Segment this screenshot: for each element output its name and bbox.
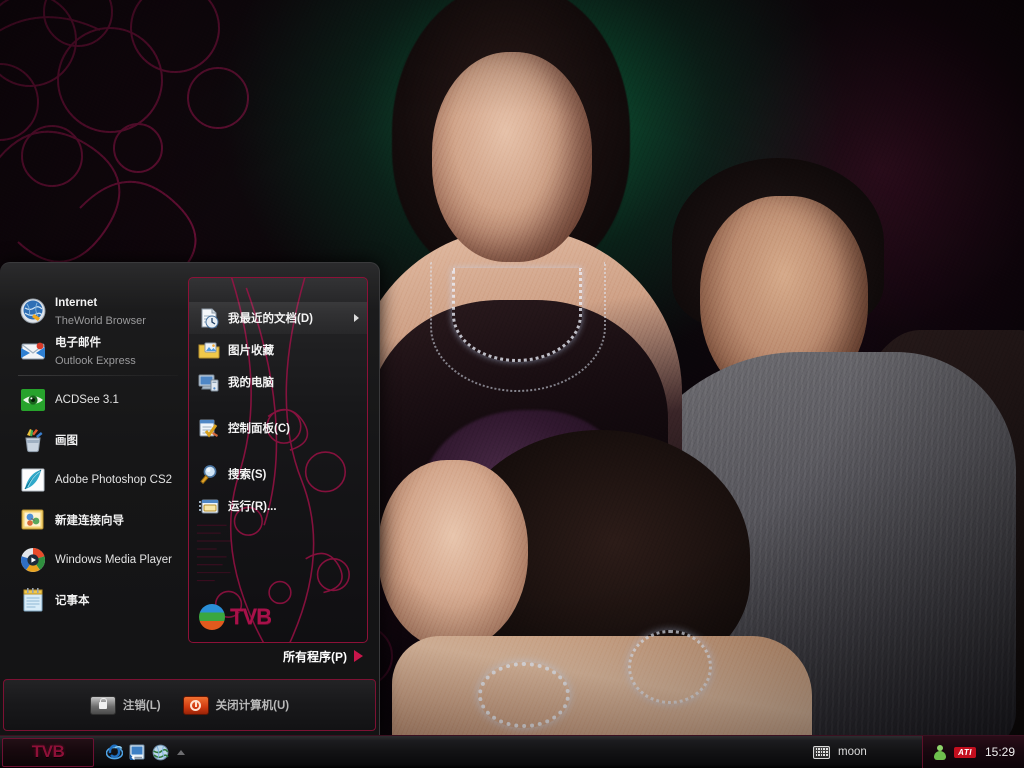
tvb-circle-logo	[199, 604, 225, 630]
system-tray: ATI 15:29	[922, 736, 1024, 768]
shut-down-button[interactable]: 关闭计算机(U)	[177, 694, 295, 717]
task-button-area: moon	[193, 740, 922, 764]
search-magnifier-icon	[198, 463, 220, 485]
start-menu-separator	[18, 375, 178, 376]
chevron-right-icon	[354, 650, 363, 662]
ati-icon[interactable]: ATI	[954, 746, 976, 758]
start-menu-item-label: Windows Media Player	[55, 554, 172, 566]
start-menu-item-label: Adobe Photoshop CS2	[55, 474, 173, 486]
start-menu-item-run[interactable]: 运行(R)...	[189, 490, 367, 522]
media-player-icon	[20, 547, 46, 573]
taskbar-clock[interactable]: 15:29	[983, 745, 1015, 759]
desktop-screen: Internet TheWorld Browser 电子邮件 Outlook E…	[0, 0, 1024, 768]
start-menu-right-separator-2	[189, 444, 367, 458]
start-menu-right-separator	[189, 398, 367, 412]
my-computer-icon	[198, 371, 220, 393]
start-menu-item-search[interactable]: 搜索(S)	[189, 458, 367, 490]
task-button-label: moon	[838, 746, 867, 758]
start-menu-item-my-pictures[interactable]: 图片收藏	[189, 334, 367, 366]
globe-browser-icon[interactable]	[152, 744, 169, 761]
start-menu-item-label: 运行(R)...	[228, 501, 277, 513]
quick-launch-bar	[96, 736, 193, 768]
start-menu-item-label: 搜索(S)	[228, 469, 267, 481]
my-pictures-folder-icon	[198, 339, 220, 361]
start-menu-body: Internet TheWorld Browser 电子邮件 Outlook E…	[0, 263, 379, 643]
shut-down-label: 关闭计算机(U)	[215, 700, 290, 712]
task-button-moon[interactable]: moon	[805, 740, 879, 764]
paint-brushes-icon	[20, 427, 46, 453]
start-menu-item-label: 画图	[55, 435, 78, 447]
internet-explorer-icon[interactable]	[105, 744, 124, 761]
start-menu-item-email[interactable]: 电子邮件 Outlook Express	[16, 331, 184, 371]
start-menu-system-list: 我最近的文档(D) 图片收藏 我的电脑 控制面板(C) 搜索(S) 运行(R).…	[188, 277, 368, 643]
start-menu-footer: 注销(L) 关闭计算机(U)	[3, 679, 376, 731]
log-off-button[interactable]: 注销(L)	[84, 694, 167, 717]
start-menu-item-control-panel[interactable]: 控制面板(C)	[189, 412, 367, 444]
keyboard-icon	[813, 745, 830, 759]
start-menu-item-label: 控制面板(C)	[228, 423, 290, 435]
start-menu-item-new-connection-wizard[interactable]: 新建连接向导	[16, 500, 184, 540]
notepad-icon	[20, 587, 46, 613]
start-menu-item-recent-documents[interactable]: 我最近的文档(D)	[189, 302, 367, 334]
all-programs-button[interactable]: 所有程序(P)	[0, 643, 379, 673]
control-panel-icon	[198, 417, 220, 439]
log-off-label: 注销(L)	[122, 700, 161, 712]
start-menu-item-sublabel: TheWorld Browser	[55, 315, 146, 327]
start-menu-item-windows-media-player[interactable]: Windows Media Player	[16, 540, 184, 580]
all-programs-label: 所有程序(P)	[283, 649, 347, 664]
taskbar: TVB moon ATI 15:29	[0, 735, 1024, 768]
start-button-label: TVB	[31, 742, 65, 761]
lock-icon	[89, 695, 116, 715]
start-menu-item-label: ACDSee 3.1	[55, 394, 119, 406]
run-dialog-icon	[198, 495, 220, 517]
start-menu-item-notepad[interactable]: 记事本	[16, 580, 184, 620]
acdsee-eye-icon	[20, 387, 46, 413]
user-account-icon[interactable]	[933, 744, 947, 760]
email-envelope-icon	[20, 338, 46, 364]
start-menu-item-photoshop[interactable]: Adobe Photoshop CS2	[16, 460, 184, 500]
photoshop-feather-icon	[20, 467, 46, 493]
start-menu-item-label: 新建连接向导	[55, 515, 124, 527]
start-menu-item-my-computer[interactable]: 我的电脑	[189, 366, 367, 398]
start-menu-item-label: 电子邮件	[55, 337, 101, 350]
power-icon	[182, 695, 209, 715]
start-button[interactable]: TVB	[2, 737, 94, 767]
start-menu-item-sublabel: Outlook Express	[55, 355, 136, 367]
show-desktop-shortcut-icon[interactable]	[129, 744, 146, 761]
recent-documents-icon	[198, 307, 220, 329]
start-menu-item-label: 图片收藏	[228, 345, 274, 357]
submenu-arrow-icon	[354, 314, 359, 322]
tvb-brand-mark: TVB	[199, 604, 272, 630]
start-menu-item-label: 记事本	[55, 595, 90, 607]
tvb-wordmark: TVB	[230, 604, 272, 629]
start-menu-item-label: 我最近的文档(D)	[228, 313, 313, 325]
start-menu-item-acdsee[interactable]: ACDSee 3.1	[16, 380, 184, 420]
new-connection-wizard-icon	[20, 507, 46, 533]
start-menu-item-internet[interactable]: Internet TheWorld Browser	[16, 291, 184, 331]
chevron-up-icon[interactable]	[177, 749, 185, 755]
start-menu-item-label: Internet	[55, 297, 98, 310]
start-menu-item-label: 我的电脑	[228, 377, 274, 389]
start-menu-item-paint[interactable]: 画图	[16, 420, 184, 460]
start-menu-panel: Internet TheWorld Browser 电子邮件 Outlook E…	[0, 262, 380, 735]
start-menu-pinned-list: Internet TheWorld Browser 电子邮件 Outlook E…	[8, 277, 184, 643]
internet-globe-icon	[20, 298, 46, 324]
